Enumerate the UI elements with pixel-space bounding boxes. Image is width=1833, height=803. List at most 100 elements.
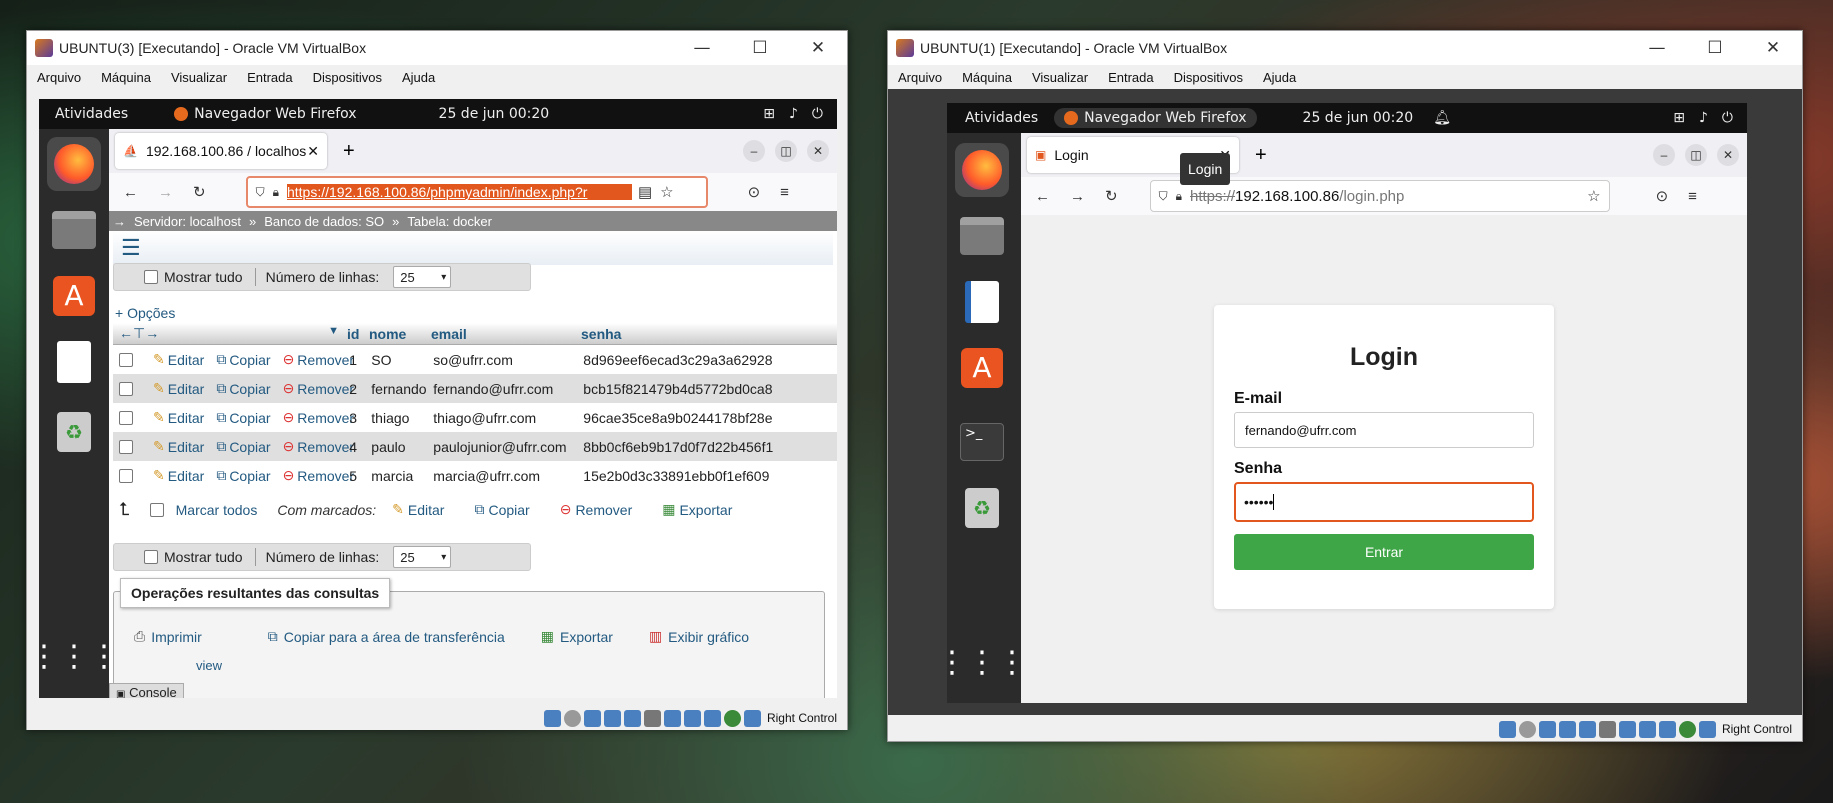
forward-icon-r[interactable]: → — [1070, 188, 1085, 205]
collapse-nav-icon[interactable]: → — [113, 214, 126, 229]
menu-arquivo-r[interactable]: Arquivo — [888, 70, 952, 85]
row-copy-link[interactable]: Copiar — [229, 352, 270, 368]
reload-icon[interactable]: ↻ — [193, 183, 206, 201]
ff-minimize-icon-r[interactable]: – — [1653, 144, 1675, 166]
ff-restore-icon[interactable]: ◫ — [775, 140, 797, 162]
app-grid-icon[interactable]: ⋮⋮⋮ — [29, 629, 119, 683]
password-field[interactable]: •••••• — [1234, 482, 1534, 522]
statusbar-device-icons-r[interactable] — [1498, 720, 1716, 738]
bookmark-star-icon-r[interactable]: ☆ — [1587, 187, 1600, 205]
row-remove-link[interactable]: Remover — [297, 410, 354, 426]
row-copy-link[interactable]: Copiar — [229, 439, 270, 455]
column-resize-icon[interactable]: ←⊤→ ▼ — [113, 325, 343, 342]
menu-ajuda-r[interactable]: Ajuda — [1253, 70, 1306, 85]
show-all-checkbox[interactable] — [144, 270, 158, 284]
activities-button[interactable]: Atividades — [55, 106, 128, 122]
row-edit-link[interactable]: Editar — [168, 381, 205, 397]
row-remove-link[interactable]: Remover — [297, 468, 354, 484]
bulk-edit-button[interactable]: Editar — [408, 502, 445, 518]
login-submit-button[interactable]: Entrar — [1234, 534, 1534, 570]
close-icon[interactable]: ✕ — [789, 38, 847, 58]
shield-icon[interactable]: ⛉ — [256, 185, 265, 200]
export-link[interactable]: Exportar — [560, 629, 613, 645]
back-icon[interactable]: ← — [123, 184, 138, 201]
trash-icon-r[interactable]: ♻ — [955, 481, 1009, 535]
row-edit-link[interactable]: Editar — [168, 410, 205, 426]
topbar-app-name[interactable]: Navegador Web Firefox — [194, 106, 356, 122]
new-tab-icon[interactable]: + — [343, 140, 355, 163]
row-edit-link[interactable]: Editar — [168, 439, 205, 455]
bulk-export-button[interactable]: Exportar — [679, 502, 732, 518]
options-link[interactable]: + Opções — [115, 305, 175, 321]
maximize-icon-right[interactable]: ☐ — [1686, 38, 1744, 58]
lock-icon-r[interactable]: 🔒︎ — [1176, 189, 1182, 204]
col-senha[interactable]: senha — [577, 326, 777, 342]
row-remove-link[interactable]: Remover — [297, 381, 354, 397]
reload-icon-r[interactable]: ↻ — [1105, 187, 1118, 205]
power-icon[interactable]: ⏻ — [812, 106, 823, 122]
maximize-icon[interactable]: ☐ — [731, 38, 789, 58]
row-edit-link[interactable]: Editar — [168, 352, 205, 368]
software-icon-r[interactable]: A — [955, 341, 1009, 395]
app-grid-icon-r[interactable]: ⋮⋮⋮ — [937, 635, 1027, 689]
menu-visualizar[interactable]: Visualizar — [161, 70, 237, 85]
menu-visualizar-r[interactable]: Visualizar — [1022, 70, 1098, 85]
mark-all-label[interactable]: Marcar todos — [176, 502, 258, 518]
ff-restore-icon-r[interactable]: ◫ — [1685, 144, 1707, 166]
close-icon-right[interactable]: ✕ — [1744, 38, 1802, 58]
col-nome[interactable]: nome — [365, 326, 427, 342]
left-urlbar[interactable]: ⛉ 🔒︎ https://192.168.100.86/phpmyadmin/i… — [245, 176, 708, 208]
row-remove-link[interactable]: Remover — [297, 352, 354, 368]
hamburger-icon[interactable]: ☰ — [121, 235, 141, 261]
volume-icon-r[interactable]: ♪ — [1699, 110, 1708, 126]
menu-maquina-r[interactable]: Máquina — [952, 70, 1022, 85]
menu-entrada-r[interactable]: Entrada — [1098, 70, 1164, 85]
menu-entrada[interactable]: Entrada — [237, 70, 303, 85]
tab-close-icon[interactable]: ✕ — [307, 143, 319, 160]
console-tab[interactable]: ▣ Console — [109, 683, 184, 698]
ff-close-icon-r[interactable]: ✕ — [1717, 144, 1739, 166]
row-remove-link[interactable]: Remover — [297, 439, 354, 455]
url-path[interactable]: /login.php — [1339, 188, 1404, 205]
row-checkbox[interactable] — [119, 468, 133, 483]
pocket-icon-r[interactable]: ⊙ — [1656, 187, 1669, 205]
row-checkbox[interactable] — [119, 381, 133, 396]
volume-icon[interactable]: ♪ — [789, 106, 798, 122]
minimize-icon[interactable]: — — [673, 38, 731, 58]
row-checkbox[interactable] — [119, 410, 133, 425]
view-link[interactable]: view — [196, 658, 222, 673]
crumb-server[interactable]: Servidor: localhost — [134, 214, 241, 229]
new-tab-icon-r[interactable]: + — [1255, 144, 1267, 167]
topbar-app-name-r[interactable]: Navegador Web Firefox — [1084, 110, 1246, 126]
row-checkbox[interactable] — [119, 352, 133, 367]
crumb-table[interactable]: Tabela: docker — [407, 214, 492, 229]
menu-maquina[interactable]: Máquina — [91, 70, 161, 85]
power-icon-r[interactable]: ⏻ — [1722, 110, 1733, 126]
chart-link[interactable]: Exibir gráfico — [668, 629, 749, 645]
show-all-checkbox-bottom[interactable] — [144, 550, 158, 564]
ff-minimize-icon[interactable]: – — [743, 140, 765, 162]
url-prefix[interactable]: https:// — [1190, 188, 1235, 205]
menu-icon-r[interactable]: ≡ — [1688, 188, 1697, 205]
firefox-icon[interactable] — [47, 137, 101, 191]
network-icon[interactable]: ⊞ — [763, 106, 775, 122]
menu-arquivo[interactable]: Arquivo — [27, 70, 91, 85]
mark-all-checkbox[interactable] — [149, 502, 164, 517]
crumb-database[interactable]: Banco de dados: SO — [264, 214, 384, 229]
topbar-clock-r[interactable]: 25 de jun 00:20 — [1303, 110, 1414, 126]
menu-ajuda[interactable]: Ajuda — [392, 70, 445, 85]
network-icon-r[interactable]: ⊞ — [1673, 110, 1685, 126]
bookmark-star-icon[interactable]: ☆ — [660, 183, 673, 201]
lock-icon[interactable]: 🔒︎ — [273, 185, 279, 200]
menu-dispositivos-r[interactable]: Dispositivos — [1164, 70, 1253, 85]
firefox-icon-r[interactable] — [955, 143, 1009, 197]
col-id[interactable]: id — [343, 326, 365, 342]
ff-close-icon[interactable]: ✕ — [807, 140, 829, 162]
minimize-icon-right[interactable]: — — [1628, 38, 1686, 58]
forward-icon[interactable]: → — [158, 184, 173, 201]
terminal-icon[interactable]: >_ — [955, 415, 1009, 469]
rows-select[interactable]: 25 ▾ — [393, 266, 452, 288]
copy-clipboard-link[interactable]: Copiar para a área de transferência — [284, 629, 505, 645]
url-host[interactable]: 192.168.100.86 — [1235, 188, 1339, 205]
software-icon[interactable]: A — [47, 269, 101, 323]
